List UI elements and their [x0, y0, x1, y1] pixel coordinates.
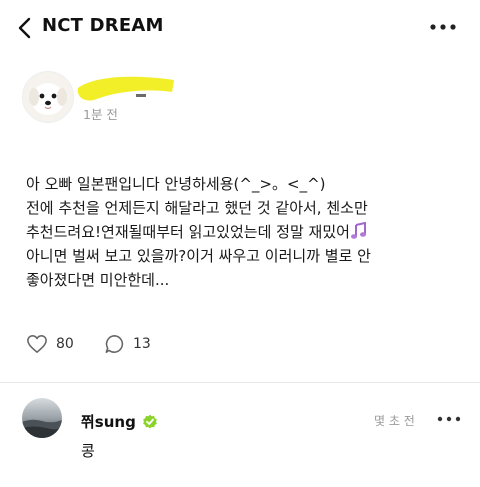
dog-avatar-icon: [23, 72, 73, 122]
heart-icon: [27, 335, 47, 353]
post-line: 추천드려요!연재될때부터 읽고있었는데 정말 재밌어: [26, 220, 466, 244]
page-title: NCT DREAM: [42, 15, 164, 36]
reply-author[interactable]: 쮜sung: [81, 411, 158, 432]
post-line-text: 추천드려요!연재될때부터 읽고있었는데 정말 재밌어: [26, 223, 350, 241]
comment-count: 13: [133, 336, 151, 352]
author-avatar[interactable]: [22, 71, 74, 123]
post-line: 아니면 벌써 보고 있을까?이거 싸우고 이러니까 별로 안: [26, 247, 371, 265]
verified-badge-icon: [143, 414, 157, 428]
comment-button[interactable]: 13: [104, 334, 151, 354]
reply-text: 콩: [81, 442, 95, 460]
music-note-icon: [350, 222, 366, 239]
landscape-avatar-icon: [22, 398, 62, 438]
divider: [0, 382, 480, 383]
like-count: 80: [56, 336, 74, 352]
comment-bubble-icon: [105, 335, 124, 353]
chevron-left-icon[interactable]: [14, 14, 40, 42]
post-line: 아 오빠 일본팬입니다 안녕하세용(^_>。<_^): [26, 175, 326, 193]
post-body: 아 오빠 일본팬입니다 안녕하세용(^_>。<_^) 전에 추천을 언제든지 해…: [26, 172, 466, 292]
post-time: 1분 전: [83, 107, 118, 122]
name-redaction-highlight: [77, 76, 174, 101]
reply-more-dots-icon[interactable]: [436, 410, 462, 428]
reply-time: 몇 초 전: [374, 414, 415, 428]
post-line: 전에 추천을 언제든지 해달라고 했던 것 같아서, 첸소만: [26, 199, 368, 217]
more-dots-icon[interactable]: [428, 17, 458, 37]
reply-avatar[interactable]: [22, 398, 62, 438]
post-line: 좋아졌다면 미안한데...: [26, 271, 170, 289]
like-button[interactable]: 80: [26, 334, 74, 354]
reply-author-name: 쮜sung: [81, 413, 136, 431]
top-bar: NCT DREAM: [0, 0, 480, 58]
